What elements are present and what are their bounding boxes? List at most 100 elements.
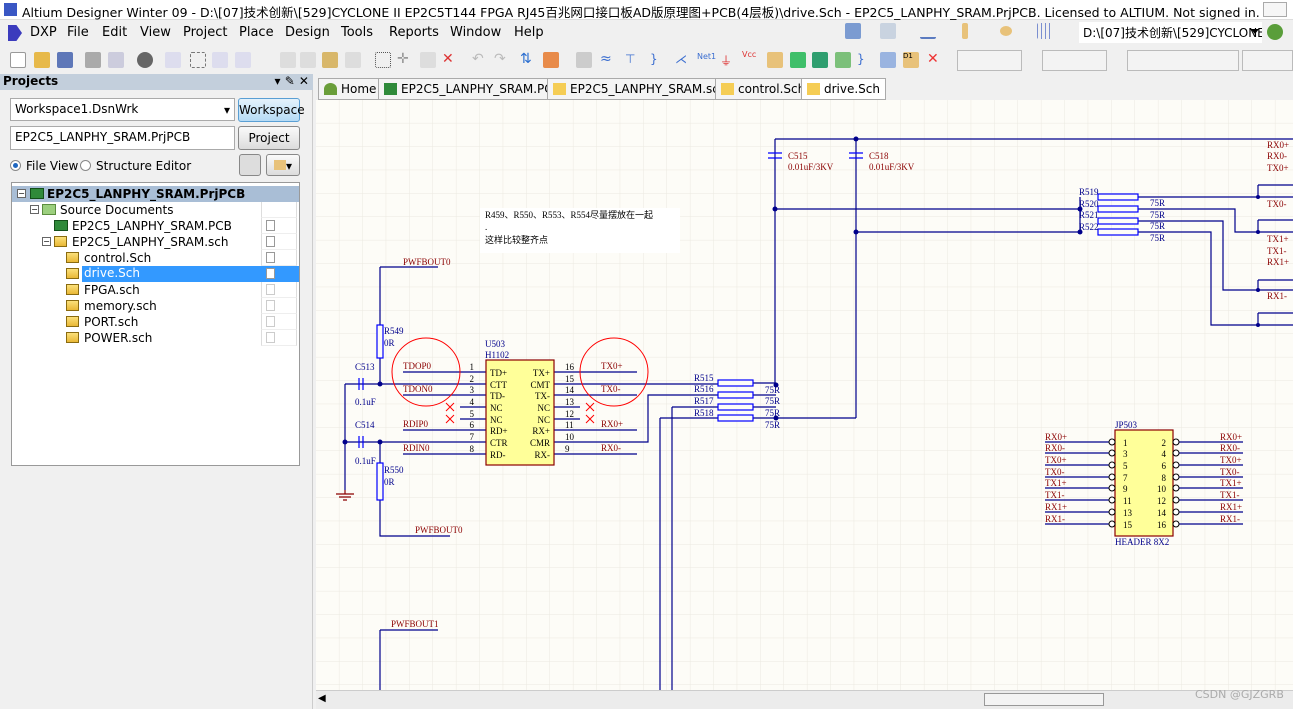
menu-view[interactable]: View: [140, 25, 171, 40]
collapse-icon[interactable]: −: [30, 205, 39, 214]
workspace-select[interactable]: Workspace1.DsnWrk ▾: [10, 98, 235, 121]
tree-item-sheet[interactable]: POWER.sch: [12, 330, 299, 346]
align-icon[interactable]: [880, 23, 896, 39]
pin-connector[interactable]: [1108, 473, 1116, 481]
grid-icon[interactable]: [1037, 23, 1053, 39]
tree-item-sheet[interactable]: PORT.sch: [12, 314, 299, 330]
tab-drive-sch[interactable]: drive.Sch: [801, 78, 887, 100]
pin-connector[interactable]: [1172, 438, 1180, 446]
workspace-button[interactable]: Workspace: [238, 98, 305, 122]
project-options-button[interactable]: ▾: [266, 154, 300, 176]
menu-design[interactable]: Design: [285, 25, 330, 40]
sheet-entry-icon[interactable]: [812, 52, 828, 68]
zoom-filter-icon[interactable]: [235, 52, 251, 68]
filter-combo-4[interactable]: [1242, 50, 1293, 71]
zoom-selected-icon[interactable]: [212, 52, 228, 68]
device-icon[interactable]: [137, 52, 153, 68]
deselect-icon[interactable]: [420, 52, 436, 68]
menu-help[interactable]: Help: [514, 25, 544, 40]
pin-connector[interactable]: [1108, 449, 1116, 457]
select-area-icon[interactable]: [375, 52, 391, 68]
bus-icon[interactable]: ⊤: [625, 52, 641, 68]
path-combo[interactable]: D:\[07]技术创新\[529]CYCLONE: [1079, 22, 1262, 43]
pin-connector[interactable]: [1108, 496, 1116, 504]
save-icon[interactable]: [57, 52, 73, 68]
menu-tools[interactable]: Tools: [341, 25, 373, 40]
structure-editor-radio[interactable]: [80, 160, 91, 171]
device-sheet-icon[interactable]: [835, 52, 851, 68]
tree-item-sheet[interactable]: FPGA.sch: [12, 282, 299, 298]
project-field[interactable]: EP2C5_LANPHY_SRAM.PrjPCB: [10, 126, 235, 150]
redo-icon[interactable]: ↷: [494, 52, 510, 68]
collapse-icon[interactable]: −: [42, 237, 51, 246]
pin-connector[interactable]: [1172, 496, 1180, 504]
file-view-radio[interactable]: [10, 160, 21, 171]
horizontal-scrollbar[interactable]: ◀: [316, 690, 1293, 709]
cross-probe-icon[interactable]: [543, 52, 559, 68]
collapse-icon[interactable]: −: [17, 189, 26, 198]
pin-connector[interactable]: [1108, 438, 1116, 446]
vcc-icon[interactable]: Vcc: [742, 50, 758, 66]
tab-home[interactable]: Home: [318, 78, 383, 100]
print-preview-icon[interactable]: [108, 52, 124, 68]
filter-combo-1[interactable]: [957, 50, 1022, 71]
pin-connector[interactable]: [1108, 508, 1116, 516]
menu-reports[interactable]: Reports: [389, 25, 439, 40]
pin-connector[interactable]: [1108, 520, 1116, 528]
pin-connector[interactable]: [1172, 520, 1180, 528]
zoom-fit-icon[interactable]: [165, 52, 181, 68]
go-back-icon[interactable]: [1267, 24, 1283, 40]
tree-item-pcb[interactable]: EP2C5_LANPHY_SRAM.PCB: [12, 218, 299, 234]
harness-connector-icon[interactable]: }: [857, 52, 873, 68]
pin-connector[interactable]: [1172, 484, 1180, 492]
tree-item-top-sch[interactable]: − EP2C5_LANPHY_SRAM.sch: [12, 234, 299, 250]
pin-connector[interactable]: [1172, 461, 1180, 469]
net-label-icon[interactable]: Net1: [697, 52, 716, 68]
new-icon[interactable]: [10, 52, 26, 68]
copy-icon[interactable]: [300, 52, 316, 68]
compile-icon[interactable]: [576, 52, 592, 68]
open-icon[interactable]: [34, 52, 50, 68]
sheet-symbol-icon[interactable]: [790, 52, 806, 68]
signal-harness-icon[interactable]: ⋌: [675, 52, 691, 68]
scroll-left-icon[interactable]: ◀: [318, 693, 326, 704]
harness-entry-icon[interactable]: [880, 52, 896, 68]
tab-top-sch[interactable]: EP2C5_LANPHY_SRAM.sch: [547, 78, 733, 100]
menu-edit[interactable]: Edit: [102, 25, 127, 40]
compile-project-button[interactable]: [239, 154, 261, 176]
menu-place[interactable]: Place: [239, 25, 274, 40]
pin-connector[interactable]: [1172, 473, 1180, 481]
tab-control-sch[interactable]: control.Sch: [715, 78, 812, 100]
menu-file[interactable]: File: [67, 25, 89, 40]
tree-item-project[interactable]: − EP2C5_LANPHY_SRAM.PrjPCB: [12, 186, 299, 202]
bus-entry-icon[interactable]: }: [650, 52, 666, 68]
menu-project[interactable]: Project: [183, 25, 227, 40]
sheet-tools-icon[interactable]: [845, 23, 861, 39]
zoom-area-icon[interactable]: [190, 52, 206, 68]
pin-connector[interactable]: [1172, 508, 1180, 516]
paste-icon[interactable]: [322, 52, 338, 68]
wire-icon[interactable]: ≈: [600, 52, 616, 68]
window-controls[interactable]: [1263, 2, 1287, 17]
panel-controls[interactable]: ▾ ✎ ✕: [275, 74, 310, 88]
project-button[interactable]: Project: [238, 126, 300, 150]
port-icon[interactable]: [1000, 26, 1012, 36]
port-d1-icon[interactable]: D1: [903, 52, 919, 68]
pin-connector[interactable]: [1108, 461, 1116, 469]
tree-item-sheet[interactable]: memory.sch: [12, 298, 299, 314]
tab-pcb[interactable]: EP2C5_LANPHY_SRAM.PCB: [378, 78, 567, 100]
undo-icon[interactable]: ↶: [472, 52, 488, 68]
filter-combo-3[interactable]: [1127, 50, 1239, 71]
cut-icon[interactable]: [280, 52, 296, 68]
tree-item-source-documents[interactable]: − Source Documents: [12, 202, 299, 218]
schematic-canvas[interactable]: R459、R550、R553、R554尽量摆放在一起. 这样比较整齐点 U503 H1…: [316, 100, 1293, 690]
scroll-thumb[interactable]: [984, 693, 1104, 706]
pin-connector[interactable]: [1108, 484, 1116, 492]
tree-item-sheet-selected[interactable]: drive.Sch: [12, 266, 299, 282]
component-icon[interactable]: [962, 23, 968, 39]
power-port-icon[interactable]: [920, 23, 936, 39]
part-icon[interactable]: [767, 52, 783, 68]
hierarchy-icon[interactable]: ⇅: [520, 52, 536, 68]
ground-icon[interactable]: ⏚: [720, 52, 736, 68]
filter-combo-2[interactable]: [1042, 50, 1107, 71]
